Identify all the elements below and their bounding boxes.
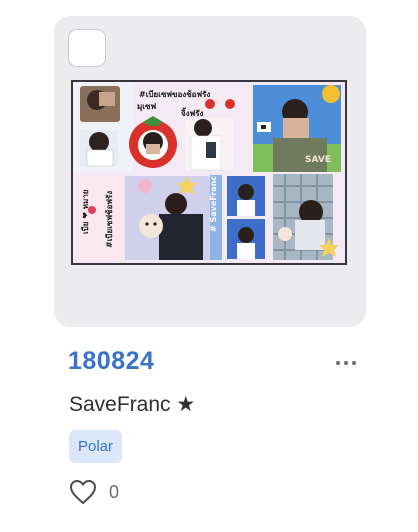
more-horizontal-icon[interactable] — [330, 351, 362, 375]
category-badge-label: Polar — [78, 438, 114, 455]
artwork-thumbnail[interactable]: #เบียเซฟของช้อฟรัง มุเซฟ จิ้งฟรัง เบีย ❤… — [71, 80, 347, 265]
artwork-vertical-text2: #เบียเซฟช้อฟรัง — [105, 190, 114, 248]
more-dot — [344, 361, 348, 365]
artwork-vertical-text1: เบีย ❤ หมาย — [81, 189, 90, 235]
artwork-caption-line2: มุเซฟ — [137, 102, 157, 111]
item-card[interactable]: #เบียเซฟของช้อฟรัง มุเซฟ จิ้งฟรัง เบีย ❤… — [54, 16, 366, 327]
more-dot — [352, 361, 356, 365]
item-title[interactable]: 180824 — [68, 347, 154, 376]
artwork-vertical-text3: # SaveFranc — [209, 175, 218, 232]
likes-count: 0 — [109, 481, 120, 502]
category-badge[interactable]: Polar — [69, 430, 123, 463]
heart-outline-icon[interactable] — [69, 479, 97, 505]
artwork-shirt-text: SAVE — [305, 155, 331, 165]
more-dot — [336, 361, 340, 365]
item-subtitle[interactable]: SaveFranc ★ — [69, 392, 195, 417]
select-checkbox[interactable] — [68, 29, 106, 67]
artwork-caption-line3: จิ้งฟรัง — [181, 109, 204, 118]
like-control[interactable]: 0 — [69, 478, 119, 506]
